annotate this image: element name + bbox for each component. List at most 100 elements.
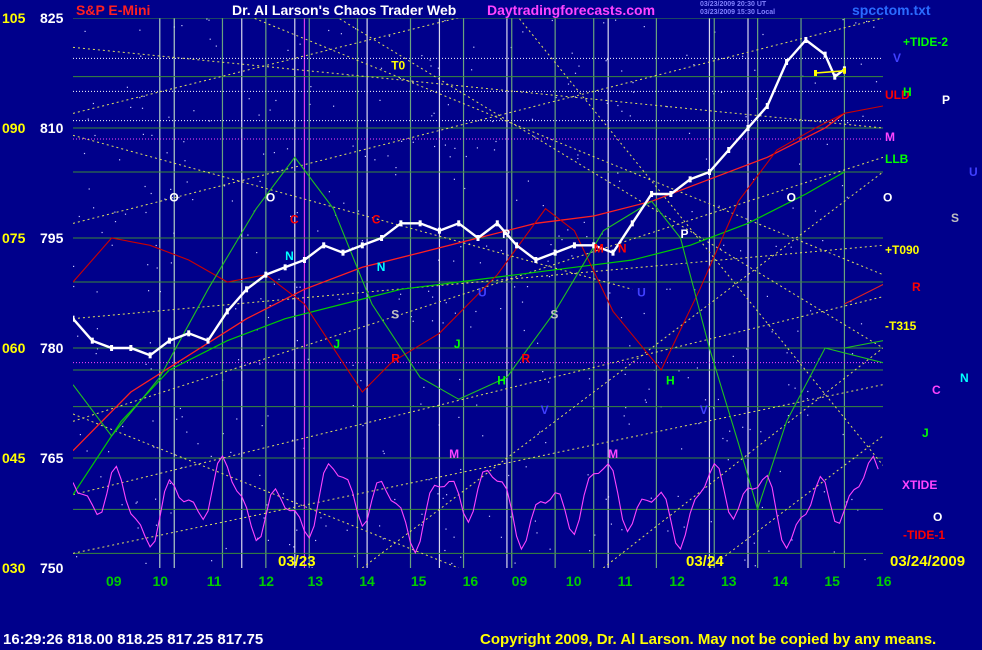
star-dot (259, 474, 261, 476)
star-dot (740, 250, 742, 252)
star-dot (617, 172, 619, 174)
star-dot (761, 506, 763, 509)
price-bar (572, 242, 576, 249)
price-bar (148, 352, 152, 359)
star-dot (841, 185, 844, 187)
star-dot (514, 562, 516, 564)
star-dot (451, 562, 453, 564)
star-dot (768, 550, 770, 552)
star-dot (153, 446, 155, 448)
star-dot (823, 491, 825, 493)
star-dot (83, 152, 86, 155)
star-dot (548, 381, 550, 383)
star-dot (488, 515, 491, 517)
star-dot (705, 158, 708, 160)
star-dot (209, 38, 211, 40)
star-dot (476, 147, 478, 149)
star-dot (353, 555, 356, 557)
star-dot (615, 19, 617, 21)
star-dot (94, 134, 96, 137)
star-dot (726, 440, 728, 442)
chart-letter: M (608, 447, 618, 461)
price-bar (688, 176, 692, 183)
star-dot (551, 19, 553, 22)
star-dot (108, 451, 110, 453)
star-dot (547, 260, 549, 262)
right-label: J (922, 426, 929, 440)
chart-letter: N (618, 242, 627, 256)
right-label: N (960, 371, 969, 385)
star-dot (855, 22, 857, 24)
right-label: LLB (885, 152, 909, 166)
star-dot (860, 323, 863, 325)
chart-letter: V (700, 403, 708, 417)
star-dot (361, 240, 363, 242)
chart-letter: S (391, 308, 399, 322)
star-dot (235, 308, 237, 310)
star-dot (822, 240, 824, 242)
star-dot (587, 474, 589, 476)
price-bar (746, 125, 750, 131)
star-dot (215, 45, 217, 47)
price-bar (457, 220, 461, 227)
star-dot (760, 431, 762, 433)
price-bar (534, 257, 538, 263)
price-bar (187, 330, 191, 337)
star-dot (328, 29, 330, 32)
star-dot (273, 283, 275, 285)
star-dot (862, 115, 864, 117)
star-dot (771, 331, 773, 333)
x-tick-label: 11 (618, 573, 633, 589)
star-dot (96, 328, 98, 330)
star-dot (619, 180, 621, 182)
x-tick-label: 16 (463, 573, 479, 589)
star-dot (260, 298, 262, 300)
star-dot (722, 437, 724, 440)
star-dot (100, 476, 102, 478)
star-dot (333, 105, 335, 107)
star-dot (145, 211, 147, 214)
data-filename: spcctom.txt (852, 2, 931, 18)
star-dot (704, 399, 707, 401)
star-dot (744, 559, 746, 561)
star-dot (749, 428, 751, 431)
star-dot (382, 538, 384, 540)
star-dot (754, 565, 756, 567)
star-dot (186, 181, 188, 183)
star-dot (432, 296, 434, 298)
star-dot (791, 539, 793, 541)
right-label: P (942, 93, 950, 107)
star-dot (421, 513, 423, 515)
star-dot (141, 107, 144, 109)
star-dot (119, 159, 121, 161)
star-dot (534, 136, 536, 138)
price-bar (833, 73, 837, 80)
star-dot (145, 363, 147, 365)
price-bar (360, 242, 364, 249)
star-dot (263, 153, 265, 155)
star-dot (718, 205, 720, 207)
star-dot (343, 202, 345, 204)
star-dot (310, 86, 312, 88)
star-dot (688, 132, 691, 134)
star-dot (400, 293, 402, 295)
star-dot (588, 378, 591, 380)
star-dot (140, 55, 142, 57)
star-dot (156, 267, 158, 269)
price-bar (245, 286, 249, 293)
price-bar (110, 345, 114, 351)
right-label: +TIDE-2 (903, 35, 948, 49)
star-dot (267, 415, 269, 417)
site-link[interactable]: Daytradingforecasts.com (487, 2, 655, 18)
star-dot (531, 118, 534, 120)
star-dot (797, 330, 799, 332)
star-dot (263, 517, 265, 519)
right-label: M (885, 130, 895, 144)
y-tick-outer: 030 (2, 560, 26, 576)
star-dot (548, 276, 551, 278)
star-dot (437, 493, 439, 495)
star-dot (139, 29, 141, 31)
star-dot (807, 390, 809, 393)
star-dot (412, 320, 414, 322)
star-dot (460, 246, 462, 248)
